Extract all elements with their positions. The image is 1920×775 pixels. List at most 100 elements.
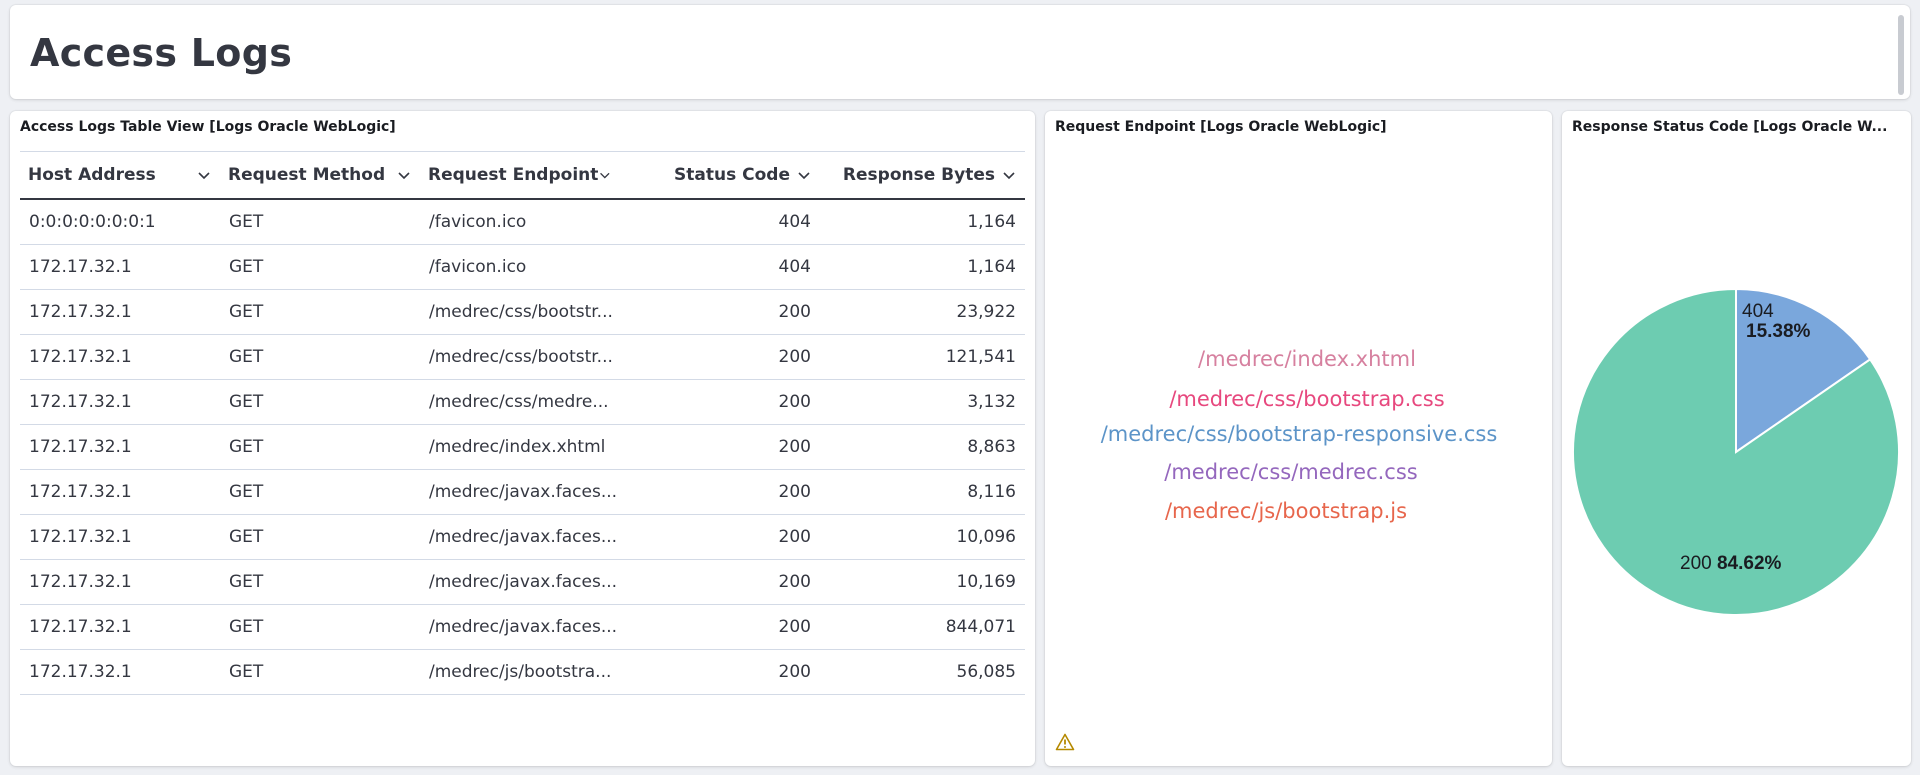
column-header-label: Host Address	[28, 165, 156, 185]
pie-percent-404: 15.38%	[1746, 321, 1811, 342]
tag-cloud-word[interactable]: /medrec/index.xhtml	[1198, 347, 1416, 371]
cell-status-code: 200	[620, 514, 820, 560]
column-header-request-method[interactable]: Request Method	[220, 151, 420, 200]
tag-cloud-word[interactable]: /medrec/css/medrec.css	[1164, 460, 1417, 484]
cell-status-code: 404	[620, 199, 820, 245]
cell-host-address: 172.17.32.1	[20, 604, 220, 650]
page-title: Access Logs	[30, 31, 293, 75]
cell-request-method: GET	[220, 244, 420, 290]
cell-host-address: 172.17.32.1	[20, 244, 220, 290]
chevron-down-icon[interactable]	[196, 167, 212, 183]
table-row[interactable]: 172.17.32.1 GET/medrec/javax.faces... 200 1…	[20, 514, 1025, 560]
column-header-status-code[interactable]: Status Code	[620, 151, 820, 200]
table-row[interactable]: 172.17.32.1 GET/favicon.ico 404 1,164	[20, 244, 1025, 290]
table-row[interactable]: 172.17.32.1 GET/medrec/javax.faces... 200 8…	[20, 469, 1025, 515]
tag-cloud-word[interactable]: /medrec/css/bootstrap.css	[1169, 387, 1444, 411]
warning-icon[interactable]	[1055, 733, 1075, 751]
column-header-label: Request Endpoint	[428, 165, 599, 185]
cell-request-method: GET	[220, 334, 420, 380]
table-row[interactable]: 172.17.32.1 GET/medrec/css/bootstr... 200 2…	[20, 289, 1025, 335]
cell-host-address: 172.17.32.1	[20, 514, 220, 560]
chevron-down-icon[interactable]	[796, 167, 812, 183]
request-endpoint-panel: Request Endpoint [Logs Oracle WebLogic] …	[1045, 111, 1552, 766]
cell-status-code: 200	[620, 379, 820, 425]
table-row[interactable]: 172.17.32.1 GET/medrec/css/medre... 200 3,1…	[20, 379, 1025, 425]
cell-response-bytes: 10,169	[820, 559, 1025, 605]
chevron-down-icon[interactable]	[598, 167, 612, 183]
column-header-response-bytes[interactable]: Response Bytes	[820, 151, 1025, 200]
cell-request-endpoint: /medrec/javax.faces...	[420, 559, 620, 605]
cell-status-code: 200	[620, 289, 820, 335]
cell-host-address: 172.17.32.1	[20, 469, 220, 515]
tag-cloud-word[interactable]: /medrec/css/bootstrap-responsive.css	[1101, 422, 1498, 446]
cell-response-bytes: 121,541	[820, 334, 1025, 380]
cell-status-code: 200	[620, 424, 820, 470]
cell-status-code: 200	[620, 649, 820, 695]
cell-response-bytes: 23,922	[820, 289, 1025, 335]
cell-request-method: GET	[220, 604, 420, 650]
cell-request-endpoint: /medrec/css/bootstr...	[420, 334, 620, 380]
cell-response-bytes: 1,164	[820, 199, 1025, 245]
cell-request-endpoint: /medrec/javax.faces...	[420, 514, 620, 560]
cell-host-address: 172.17.32.1	[20, 559, 220, 605]
header-panel: Access Logs	[10, 5, 1910, 99]
chevron-down-icon[interactable]	[396, 167, 412, 183]
chevron-down-icon[interactable]	[1001, 167, 1017, 183]
table-row[interactable]: 172.17.32.1 GET/medrec/javax.faces... 200 1…	[20, 559, 1025, 605]
table-row[interactable]: 172.17.32.1 GET/medrec/index.xhtml 200 8,86…	[20, 424, 1025, 470]
cell-host-address: 172.17.32.1	[20, 649, 220, 695]
cell-status-code: 200	[620, 604, 820, 650]
table-row[interactable]: 172.17.32.1 GET/medrec/javax.faces... 200 8…	[20, 604, 1025, 650]
cell-request-method: GET	[220, 199, 420, 245]
status-code-pie-chart: 40415.38% 200 84.62%	[1572, 287, 1900, 616]
cell-status-code: 200	[620, 469, 820, 515]
header-scrollbar[interactable]	[1898, 15, 1904, 95]
table-row[interactable]: 172.17.32.1 GET/medrec/js/bootstra... 200 5…	[20, 649, 1025, 695]
cell-request-endpoint: /medrec/index.xhtml	[420, 424, 620, 470]
column-header-request-endpoint[interactable]: Request Endpoint	[420, 151, 620, 200]
cell-request-endpoint: /medrec/javax.faces...	[420, 469, 620, 515]
cell-response-bytes: 56,085	[820, 649, 1025, 695]
table-body: 0:0:0:0:0:0:0:1 GET/favicon.ico 404 1,164 17…	[20, 199, 1025, 695]
cell-response-bytes: 8,863	[820, 424, 1025, 470]
cell-host-address: 172.17.32.1	[20, 334, 220, 380]
cell-request-method: GET	[220, 379, 420, 425]
cell-request-endpoint: /medrec/javax.faces...	[420, 604, 620, 650]
cell-request-method: GET	[220, 424, 420, 470]
cell-host-address: 0:0:0:0:0:0:0:1	[20, 199, 220, 245]
response-status-code-panel: Response Status Code [Logs Oracle W... 4…	[1562, 111, 1911, 766]
tag-cloud-word[interactable]: /medrec/js/bootstrap.js	[1165, 499, 1407, 523]
cell-request-endpoint: /medrec/css/bootstr...	[420, 289, 620, 335]
cell-request-endpoint: /favicon.ico	[420, 199, 620, 245]
cell-status-code: 404	[620, 244, 820, 290]
cell-status-code: 200	[620, 559, 820, 605]
cell-host-address: 172.17.32.1	[20, 424, 220, 470]
cell-status-code: 200	[620, 334, 820, 380]
access-logs-table: Host Address Request Method Request Endp…	[20, 151, 1025, 695]
cell-request-method: GET	[220, 289, 420, 335]
cell-response-bytes: 1,164	[820, 244, 1025, 290]
column-header-label: Status Code	[674, 165, 790, 185]
cell-response-bytes: 3,132	[820, 379, 1025, 425]
pie-label-404: 404	[1742, 301, 1774, 322]
cell-response-bytes: 10,096	[820, 514, 1025, 560]
cell-request-endpoint: /medrec/js/bootstra...	[420, 649, 620, 695]
column-header-label: Request Method	[228, 165, 386, 185]
column-header-host-address[interactable]: Host Address	[20, 151, 220, 200]
table-row[interactable]: 0:0:0:0:0:0:0:1 GET/favicon.ico 404 1,164	[20, 199, 1025, 245]
table-header-row: Host Address Request Method Request Endp…	[20, 151, 1025, 200]
cell-response-bytes: 8,116	[820, 469, 1025, 515]
cell-response-bytes: 844,071	[820, 604, 1025, 650]
cell-request-method: GET	[220, 469, 420, 515]
cell-request-endpoint: /medrec/css/medre...	[420, 379, 620, 425]
tag-cloud: /medrec/index.xhtml /medrec/css/bootstra…	[1045, 111, 1552, 766]
cell-request-method: GET	[220, 514, 420, 560]
pie-label-200: 200 84.62%	[1680, 553, 1782, 574]
table-panel-title: Access Logs Table View [Logs Oracle WebL…	[20, 119, 396, 135]
cell-request-method: GET	[220, 649, 420, 695]
access-logs-table-panel: Access Logs Table View [Logs Oracle WebL…	[10, 111, 1035, 766]
table-row[interactable]: 172.17.32.1 GET/medrec/css/bootstr... 200 1…	[20, 334, 1025, 380]
cell-request-method: GET	[220, 559, 420, 605]
column-header-label: Response Bytes	[842, 165, 995, 185]
cell-host-address: 172.17.32.1	[20, 379, 220, 425]
